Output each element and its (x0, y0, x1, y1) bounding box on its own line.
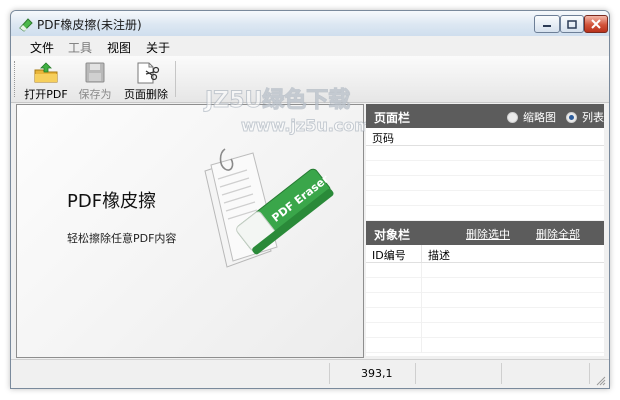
table-row (366, 293, 604, 308)
object-panel-title: 对象栏 (374, 228, 411, 242)
page-panel-title: 页面栏 (374, 111, 411, 125)
cursor-coordinates: 393,1 (361, 367, 393, 380)
list-item (366, 146, 604, 161)
minimize-icon (543, 25, 551, 27)
status-bar: 393,1 (11, 359, 609, 388)
maximize-button[interactable] (560, 15, 584, 33)
menu-view[interactable]: 视图 (107, 39, 131, 56)
list-item (366, 191, 604, 206)
list-item (366, 161, 604, 176)
table-row (366, 308, 604, 323)
table-row (366, 263, 604, 278)
scissors-page-icon (137, 62, 160, 84)
splash-tagline: 轻松擦除任意PDF内容 (67, 232, 177, 245)
window-title: PDF橡皮擦(未注册) (37, 18, 142, 32)
title-bar[interactable]: PDF橡皮擦(未注册) (11, 11, 609, 36)
toolbar-grip[interactable] (14, 61, 18, 97)
list-item (366, 206, 604, 221)
object-list[interactable] (366, 263, 604, 353)
toolbar-separator (175, 61, 176, 97)
close-button[interactable] (584, 15, 608, 33)
toolbar: 打开PDF 保存为 页面删除 (11, 56, 609, 103)
eraser-app-icon (19, 18, 33, 32)
page-panel-header: 页面栏 缩略图 列表 (366, 104, 604, 128)
minimize-button[interactable] (534, 15, 560, 33)
object-column-header[interactable]: ID编号 描述 (366, 245, 604, 263)
open-pdf-label: 打开PDF (24, 88, 68, 101)
menu-bar: 文件 工具 视图 关于 (11, 36, 609, 56)
list-item (366, 176, 604, 191)
delete-page-label: 页面删除 (124, 88, 168, 101)
table-row (366, 323, 604, 338)
description-column: 描述 (428, 249, 450, 262)
page-list[interactable] (366, 146, 604, 221)
list-radio-label: 列表 (582, 111, 604, 124)
open-folder-icon (34, 62, 58, 83)
thumbnail-radio-dot (507, 111, 518, 123)
side-panels: 页面栏 缩略图 列表 页码 对象栏 删除选中 删除全部 ID编号 描述 (366, 104, 604, 356)
thumbnail-radio[interactable]: 缩略图 (507, 109, 556, 125)
menu-file[interactable]: 文件 (30, 39, 54, 56)
delete-all-link[interactable]: 删除全部 (536, 226, 580, 242)
open-pdf-button[interactable]: 打开PDF (23, 59, 69, 101)
menu-about[interactable]: 关于 (146, 39, 170, 56)
status-cell-4 (501, 363, 590, 384)
page-column-header[interactable]: 页码 (366, 128, 604, 146)
list-radio-dot (566, 111, 577, 123)
table-row (366, 278, 604, 293)
save-as-label: 保存为 (78, 88, 112, 101)
thumbnail-radio-label: 缩略图 (523, 111, 556, 124)
id-column: ID编号 (372, 249, 406, 262)
status-cell-3 (415, 363, 502, 384)
list-radio[interactable]: 列表 (566, 109, 604, 125)
app-window: PDF橡皮擦(未注册) 文件 工具 视图 关于 打开PDF 保存为 页面删除 P… (10, 10, 610, 389)
column-divider[interactable] (421, 245, 422, 262)
document-view[interactable]: PDF橡皮擦 轻松擦除任意PDF内容 PDF Eraser (16, 104, 364, 358)
menu-tools[interactable]: 工具 (68, 39, 92, 56)
maximize-icon (567, 19, 577, 29)
delete-page-button[interactable]: 页面删除 (119, 59, 173, 101)
eraser-artwork-icon: PDF Eraser (204, 148, 334, 268)
delete-selected-link[interactable]: 删除选中 (466, 226, 510, 242)
save-disk-icon (85, 62, 105, 83)
status-cell-main (11, 363, 330, 384)
close-icon (591, 19, 601, 29)
save-as-button[interactable]: 保存为 (75, 59, 115, 101)
page-number-column: 页码 (372, 132, 394, 145)
table-row (366, 338, 604, 353)
column-gridline (421, 263, 422, 353)
resize-grip-icon[interactable] (596, 376, 606, 386)
splash-app-name: PDF橡皮擦 (67, 191, 157, 212)
object-panel-header: 对象栏 删除选中 删除全部 (366, 221, 604, 245)
